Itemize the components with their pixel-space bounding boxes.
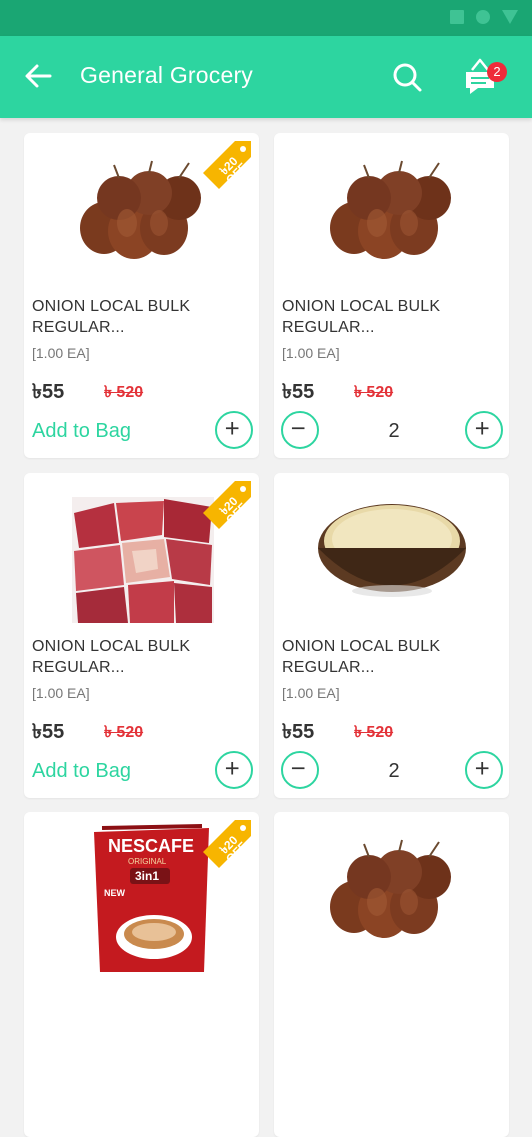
discount-tag: ৳20 OFF xyxy=(199,137,255,193)
status-bar xyxy=(0,0,532,36)
minus-icon[interactable] xyxy=(281,751,319,789)
product-name: ONION LOCAL BULK REGULAR... xyxy=(282,638,441,676)
product-old-price: ৳ 520 xyxy=(104,384,144,401)
product-name: ONION LOCAL BULK REGULAR... xyxy=(32,298,191,336)
product-image-rice xyxy=(274,473,509,633)
product-unit: [1.00 EA] xyxy=(282,685,340,701)
plus-icon[interactable] xyxy=(465,411,503,449)
product-price: ৳55 xyxy=(32,721,65,743)
product-unit: [1.00 EA] xyxy=(282,345,340,361)
discount-tag: ৳20 OFF xyxy=(199,816,255,872)
minus-icon[interactable] xyxy=(281,411,319,449)
product-image-onion xyxy=(274,133,509,293)
quantity-value: 2 xyxy=(388,760,400,782)
product-price: ৳55 xyxy=(282,721,315,743)
quantity-value: 2 xyxy=(388,420,400,442)
add-to-bag-button[interactable]: Add to Bag xyxy=(32,760,131,783)
coffee-variant: 3in1 xyxy=(135,869,159,883)
product-card[interactable]: ৳20 OFF ONION LOCAL BULK REGULAR... [1.0… xyxy=(24,473,259,798)
discount-tag: ৳20 OFF xyxy=(199,477,255,533)
recent-apps-icon[interactable] xyxy=(450,10,464,24)
product-old-price: ৳ 520 xyxy=(104,724,144,741)
plus-icon[interactable] xyxy=(215,751,253,789)
search-icon[interactable] xyxy=(390,60,424,94)
coffee-new-badge: NEW xyxy=(104,888,126,898)
product-price: ৳55 xyxy=(32,381,65,403)
back-nav-icon[interactable] xyxy=(502,10,518,24)
product-old-price: ৳ 520 xyxy=(354,724,394,741)
home-icon[interactable] xyxy=(476,10,490,24)
app-bar: General Grocery 2 xyxy=(0,36,532,118)
product-unit: [1.00 EA] xyxy=(32,685,90,701)
product-card[interactable]: ৳20 OFF ONION LOCAL BULK REGULAR... [1.0… xyxy=(24,133,259,458)
product-name: ONION LOCAL BULK REGULAR... xyxy=(282,298,441,336)
product-card[interactable] xyxy=(274,812,509,1137)
page-title: General Grocery xyxy=(80,62,254,88)
product-unit: [1.00 EA] xyxy=(32,345,90,361)
product-image-onion xyxy=(274,812,509,972)
plus-icon[interactable] xyxy=(465,751,503,789)
product-name: ONION LOCAL BULK REGULAR... xyxy=(32,638,191,676)
plus-icon[interactable] xyxy=(215,411,253,449)
arrow-left-icon[interactable] xyxy=(22,60,54,92)
product-price: ৳55 xyxy=(282,381,315,403)
product-card[interactable]: ONION LOCAL BULK REGULAR... [1.00 EA] ৳5… xyxy=(274,473,509,798)
product-card[interactable]: ONION LOCAL BULK REGULAR... [1.00 EA] ৳5… xyxy=(274,133,509,458)
product-card[interactable]: NESCAFE ORIGINAL 3in1 NEW ৳20 OFF xyxy=(24,812,259,1137)
coffee-sub: ORIGINAL xyxy=(128,857,167,866)
coffee-brand: NESCAFE xyxy=(108,836,194,856)
product-old-price: ৳ 520 xyxy=(354,384,394,401)
cart-count-badge: 2 xyxy=(487,62,507,82)
add-to-bag-button[interactable]: Add to Bag xyxy=(32,420,131,443)
